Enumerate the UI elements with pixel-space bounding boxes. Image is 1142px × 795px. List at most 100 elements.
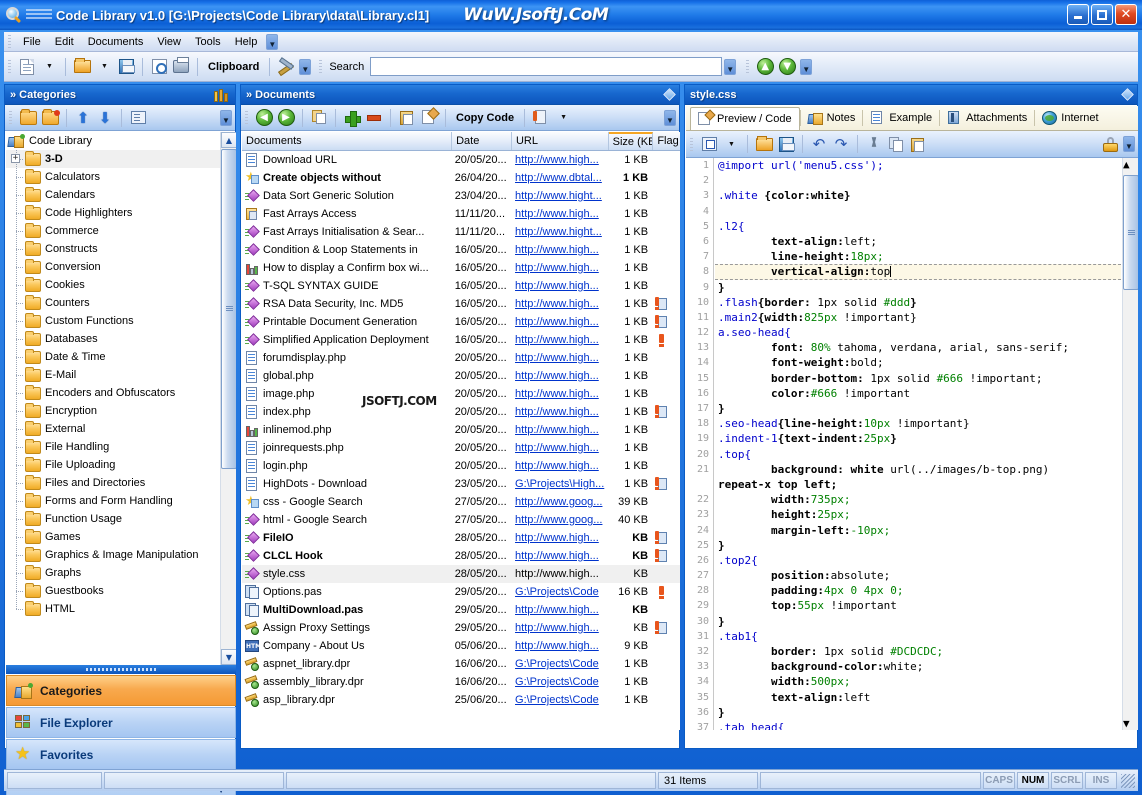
search-overflow-chevron-icon[interactable]: ▼ [724,58,737,75]
menu-help[interactable]: Help [228,34,265,50]
tree-row[interactable]: Games [6,528,236,546]
tree-row[interactable]: Code Highlighters [6,204,236,222]
categories-toolbar-gripper[interactable] [9,111,12,124]
tree-row[interactable]: Encryption [6,402,236,420]
code-line[interactable]: top:55px !important [715,598,1121,613]
column-header-url[interactable]: URL [512,132,609,150]
column-header-date[interactable]: Date [452,132,512,150]
menu-edit[interactable]: Edit [48,34,81,50]
table-row[interactable]: index.php 20/05/20... http://www.high... 1 … [242,403,680,421]
code-line[interactable]: .white {color:white} [715,188,1121,203]
tab-attachments[interactable]: Attachments [940,107,1034,130]
code-line[interactable]: .seo-head{line-height:10px !important} [715,416,1121,431]
code-text-area[interactable]: @import url('menu5.css'); .white {color:w… [715,158,1121,730]
move-down-button[interactable]: ⬇ [94,107,116,129]
paste-button[interactable] [907,133,929,155]
code-line[interactable]: font-weight:bold; [715,355,1121,370]
lock-button[interactable] [1099,133,1121,155]
column-header-flag[interactable]: Flag [653,132,680,150]
new-document-button[interactable] [308,107,330,129]
document-url-link[interactable]: http://www.high... [515,316,599,328]
code-toolbar-overflow-icon[interactable]: ▼ [1123,136,1135,152]
diamond-icon[interactable] [663,88,676,101]
code-line[interactable]: background: white url(../images/b-top.pn… [715,462,1121,477]
minimize-button[interactable] [1067,4,1089,25]
table-row[interactable]: image.php 20/05/20... http://www.high... 1 … [242,385,680,403]
document-url-link[interactable]: http://www.high... [515,532,599,544]
maximize-button[interactable] [1091,4,1113,25]
category-properties-button[interactable] [127,107,149,129]
table-row[interactable]: MultiDownload.pas 29/05/20... http://www.h… [242,601,680,619]
document-url-link[interactable]: http://www.high... [515,388,599,400]
editor-scroll-thumb[interactable] [1123,175,1138,290]
tree-row[interactable]: Calendars [6,186,236,204]
code-line[interactable]: } [715,280,1121,295]
categories-tree[interactable]: Code Library +3-D Calculators Calendars Code… [6,132,236,665]
code-line[interactable]: repeat-x top left; [715,477,1121,492]
documents-toolbar-gripper[interactable] [245,111,248,124]
code-line[interactable]: .l2{ [715,219,1121,234]
diamond-icon[interactable] [1121,88,1134,101]
open-dropdown-button[interactable]: ▼ [93,56,115,78]
code-line[interactable] [715,204,1121,219]
undo-button[interactable]: ↶ [808,133,830,155]
move-up-button[interactable]: ⬆ [72,107,94,129]
table-row[interactable]: html - Google Search 27/05/20... http://ww… [242,511,680,529]
code-line[interactable]: width:735px; [715,492,1121,507]
table-row[interactable]: HighDots - Download 23/05/20... G:\Project… [242,475,680,493]
document-url-link[interactable]: G:\Projects\High... [515,478,604,490]
table-row[interactable]: aspnet_library.dpr 16/06/20... G:\Projects… [242,655,680,673]
tab-example[interactable]: Example [863,107,939,130]
tab-preview-code[interactable]: Preview / Code [690,106,800,130]
menu-view[interactable]: View [150,34,188,50]
code-line[interactable]: background-color:white; [715,659,1121,674]
tree-row[interactable]: +3-D [6,150,236,168]
code-line[interactable]: color:#666 !important [715,386,1121,401]
document-url-link[interactable]: http://www.high... [515,424,599,436]
tree-row[interactable]: Counters [6,294,236,312]
code-line[interactable]: a.seo-head{ [715,325,1121,340]
menu-file[interactable]: File [16,34,48,50]
document-url-link[interactable]: http://www.high... [515,406,599,418]
tree-row-root[interactable]: Code Library [6,132,236,150]
code-save-button[interactable] [775,133,797,155]
sidebar-item-file-explorer[interactable]: File Explorer [6,707,236,738]
tree-vertical-scrollbar[interactable]: ▲ ▼ [220,132,236,665]
code-line[interactable]: .top{ [715,447,1121,462]
nav-down-button[interactable]: ▼ [776,56,798,78]
table-row[interactable]: Data Sort Generic Solution 23/04/20... htt… [242,187,680,205]
document-url-link[interactable]: http://www.high... [515,640,599,652]
table-row[interactable]: global.php 20/05/20... http://www.high... 1… [242,367,680,385]
document-url-link[interactable]: http://www.high... [515,244,599,256]
code-line[interactable]: position:absolute; [715,568,1121,583]
tree-row[interactable]: Forms and Form Handling [6,492,236,510]
menu-gripper[interactable] [8,35,11,48]
table-row[interactable]: Simplified Application Deployment 16/05/2… [242,331,680,349]
document-url-link[interactable]: http://www.high... [515,208,599,220]
code-line[interactable]: } [715,401,1121,416]
table-row[interactable]: ★ Create objects without 26/04/20... http:/… [242,169,680,187]
add-document-button[interactable] [341,107,363,129]
code-line[interactable]: @import url('menu5.css'); [715,158,1121,173]
column-header-size[interactable]: Size (KB) [608,132,654,150]
code-line[interactable]: padding:4px 0 4px 0; [715,583,1121,598]
code-line[interactable]: .main2{width:825px !important} [715,310,1121,325]
code-open-button[interactable] [753,133,775,155]
code-line[interactable]: border-bottom: 1px solid #666 !important… [715,371,1121,386]
close-button[interactable]: ✕ [1115,4,1137,25]
code-line[interactable]: border: 1px solid #DCDCDC; [715,644,1121,659]
nav-overflow-chevron-icon[interactable]: ▼ [800,58,813,75]
code-line[interactable]: vertical-align:top [715,264,1121,280]
document-url-link[interactable]: http://www.high... [515,262,599,274]
table-row[interactable]: CLCL Hook 28/05/20... http://www.high... KB [242,547,680,565]
document-url-link[interactable]: http://www.high... [515,352,599,364]
code-line[interactable]: .indent-1{text-indent:25px} [715,431,1121,446]
new-dropdown-button[interactable]: ▼ [38,56,60,78]
sidebar-item-categories[interactable]: Categories [6,675,236,706]
tree-scroll-thumb[interactable] [221,149,236,469]
tree-row[interactable]: Graphs [6,564,236,582]
document-url-link[interactable]: G:\Projects\Code [515,676,599,688]
tree-row[interactable]: E-Mail [6,366,236,384]
cut-button[interactable] [863,133,885,155]
tree-row[interactable]: Constructs [6,240,236,258]
